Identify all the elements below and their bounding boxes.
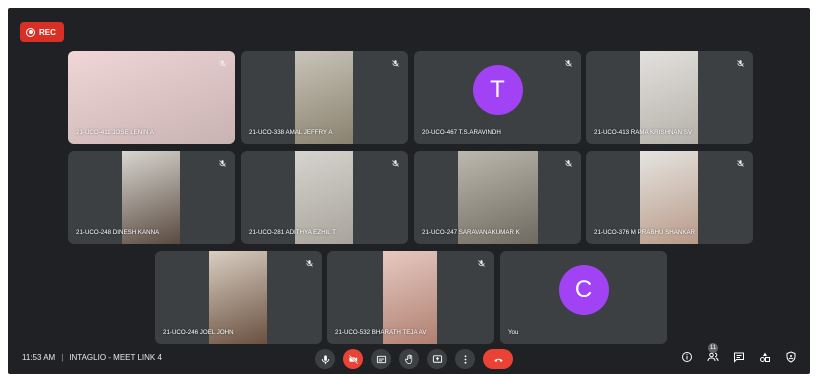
participant-name: 21-UCO-411 JOSE LENIN A (76, 129, 154, 136)
participant-tile[interactable]: 21-UCO-248 DINESH KANNA (68, 151, 235, 244)
side-panel-buttons: 11 (680, 343, 798, 364)
participant-name: 21-UCO-376 M PRABHU SHANKAR (594, 229, 696, 236)
record-icon (26, 27, 35, 37)
participant-name: 21-UCO-247 SARAVANAKUMAR K (422, 229, 520, 236)
recording-label: REC (39, 27, 56, 37)
participant-name: 21-UCO-248 DINESH KANNA (76, 229, 160, 236)
meet-window: REC 21-UCO-411 JOSE LENIN A 21-UCO-338 AM… (8, 8, 810, 374)
participant-name: 21-UCO-281 ADITHYA EZHIL T (249, 229, 336, 236)
end-call-button[interactable] (483, 349, 513, 369)
participant-name: 21-UCO-413 RAMA KRISHNAN SV (594, 129, 692, 136)
mic-muted-icon (216, 57, 228, 69)
participant-tile[interactable]: C You (500, 251, 667, 344)
more-options-button[interactable] (455, 349, 475, 369)
mic-muted-icon (562, 157, 574, 169)
call-controls (315, 349, 513, 369)
chat-button[interactable] (732, 350, 746, 364)
mic-muted-icon (389, 57, 401, 69)
participant-tile[interactable]: T 20-UCO-467 T.S.ARAVINDH (414, 51, 581, 144)
participant-name: You (508, 329, 519, 336)
camera-off-icon (348, 354, 358, 364)
bottom-toolbar: 11:53 AM | INTAGLIO - MEET LINK 4 11 (8, 343, 810, 374)
participant-tile[interactable]: 21-UCO-376 M PRABHU SHANKAR (586, 151, 753, 244)
recording-badge: REC (20, 22, 64, 42)
meeting-info: 11:53 AM | INTAGLIO - MEET LINK 4 (22, 353, 162, 362)
mic-muted-icon (216, 157, 228, 169)
participant-name: 20-UCO-467 T.S.ARAVINDH (422, 129, 501, 136)
mic-muted-icon (562, 57, 574, 69)
mic-muted-icon (389, 157, 401, 169)
activities-icon (760, 352, 770, 362)
present-screen-icon (432, 354, 442, 363)
mic-muted-icon (734, 57, 746, 69)
mic-muted-icon (303, 257, 315, 269)
captions-icon (376, 355, 386, 363)
participant-tile[interactable]: 21-UCO-246 JOEL JOHN (155, 251, 322, 344)
participant-avatar: C (558, 265, 609, 316)
meeting-separator: | (61, 353, 64, 362)
raise-hand-button[interactable] (399, 349, 419, 369)
host-controls-button[interactable] (784, 350, 798, 364)
participants-button[interactable]: 11 (706, 343, 720, 364)
raise-hand-icon (404, 354, 412, 364)
participant-count-badge: 11 (708, 343, 718, 353)
participant-tile[interactable]: 21-UCO-532 BHARATH TEJA AV (327, 251, 494, 344)
participant-tile[interactable]: 21-UCO-338 AMAL JEFFRY A (241, 51, 408, 144)
captions-button[interactable] (371, 349, 391, 369)
participant-tile[interactable]: 21-UCO-413 RAMA KRISHNAN SV (586, 51, 753, 144)
microphone-button[interactable] (315, 349, 335, 369)
microphone-icon (321, 354, 329, 364)
more-options-icon (464, 354, 466, 364)
mic-muted-icon (475, 257, 487, 269)
end-call-icon (493, 358, 503, 362)
activities-button[interactable] (758, 350, 772, 364)
shield-icon (786, 351, 796, 363)
meeting-time: 11:53 AM (22, 353, 56, 362)
participant-tile[interactable]: 21-UCO-247 SARAVANAKUMAR K (414, 151, 581, 244)
mic-muted-icon (734, 157, 746, 169)
chat-icon (734, 352, 744, 363)
camera-toggle-button[interactable] (343, 349, 363, 369)
meeting-details-button[interactable] (680, 350, 694, 364)
present-button[interactable] (427, 349, 447, 369)
participant-avatar: T (472, 65, 523, 116)
participant-tile[interactable]: 21-UCO-411 JOSE LENIN A (68, 51, 235, 144)
participant-name: 21-UCO-532 BHARATH TEJA AV (335, 329, 427, 336)
participant-name: 21-UCO-338 AMAL JEFFRY A (249, 129, 333, 136)
info-icon (682, 352, 692, 362)
participant-name: 21-UCO-246 JOEL JOHN (163, 329, 234, 336)
meeting-title: INTAGLIO - MEET LINK 4 (69, 353, 162, 362)
participant-tile[interactable]: 21-UCO-281 ADITHYA EZHIL T (241, 151, 408, 244)
